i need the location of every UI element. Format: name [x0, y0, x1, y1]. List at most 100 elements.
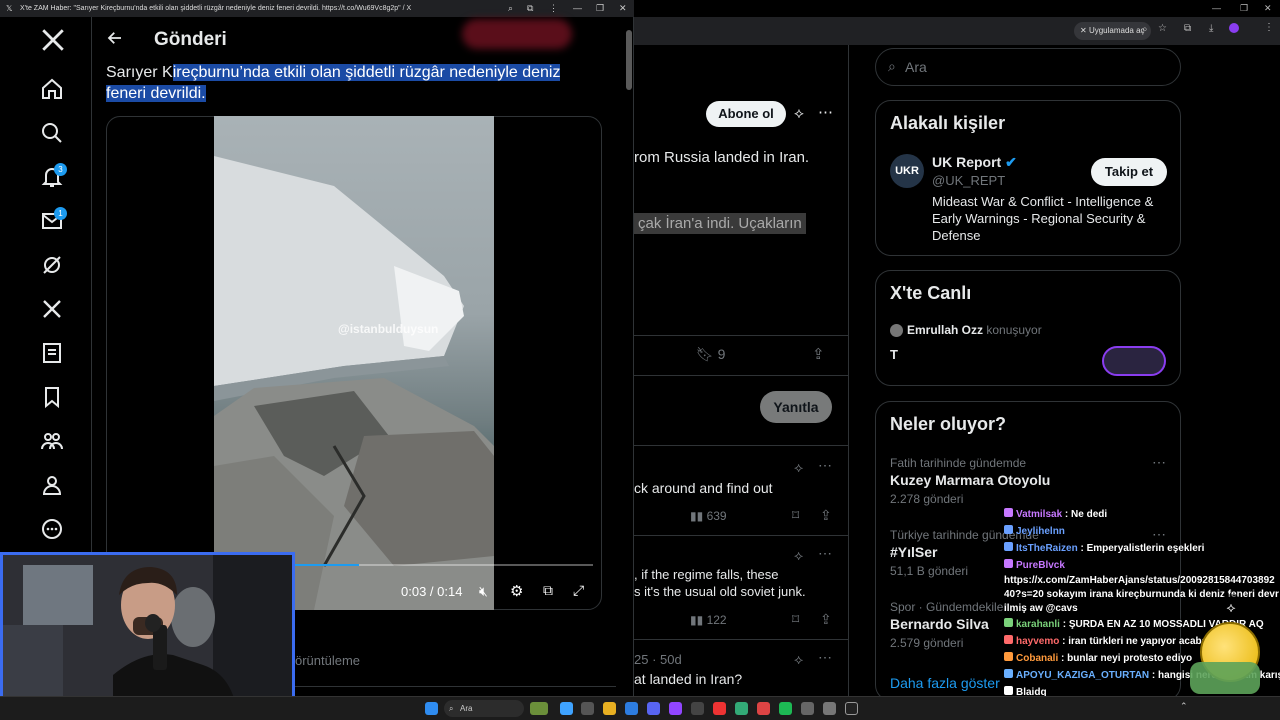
emoji-turtle-icon: [1190, 662, 1260, 694]
extensions-icon[interactable]: ⧉: [1184, 23, 1191, 34]
settings-gear-icon[interactable]: ⚙: [510, 582, 523, 600]
chrome-icon[interactable]: [735, 702, 748, 715]
app-icon[interactable]: [757, 702, 770, 715]
picture-in-picture-icon[interactable]: ⧉: [543, 582, 553, 599]
maximize-icon[interactable]: ❐: [596, 0, 604, 17]
home-icon[interactable]: [40, 77, 66, 103]
taskbar-search[interactable]: ⌕ Ara: [444, 700, 524, 717]
zoom-icon[interactable]: ⌕: [508, 0, 513, 17]
fullscreen-icon[interactable]: ⤢: [573, 582, 584, 599]
chat-text: iran türkleri ne yapıyor acaba: [1068, 636, 1208, 647]
grok-icon[interactable]: ⟡: [794, 547, 803, 564]
more-icon[interactable]: ⋯: [818, 457, 832, 474]
video-player[interactable]: @istanbulduysun: [214, 116, 494, 610]
divider: [634, 335, 849, 336]
tweet1-text: rom Russia landed in Iran.: [634, 149, 810, 166]
scrollbar[interactable]: [626, 30, 632, 90]
twitch-icon[interactable]: [669, 702, 682, 715]
person-name[interactable]: UK Report ✔: [932, 154, 1017, 171]
x-logo-icon[interactable]: [40, 27, 66, 53]
bg-maximize-icon[interactable]: ❐: [1240, 3, 1248, 14]
zoom-icon[interactable]: ⌕: [1142, 24, 1148, 35]
browser-menu-icon[interactable]: ⋮: [1264, 22, 1274, 33]
live-host-line[interactable]: Emrullah Ozz konuşuyor: [907, 323, 1042, 337]
bg-close-icon[interactable]: ✕: [1264, 3, 1272, 14]
close-icon[interactable]: ✕: [619, 0, 627, 17]
search-icon[interactable]: [40, 121, 66, 147]
chat-username[interactable]: karahanli: [1016, 619, 1060, 630]
tweet4-text: at landed in Iran?: [634, 671, 743, 687]
bookmark-star-icon[interactable]: ☆: [1158, 23, 1167, 34]
bookmark-icon[interactable]: ⌑: [792, 611, 799, 628]
views-count[interactable]: ▮▮ 639: [690, 509, 727, 523]
share-icon[interactable]: ⇪: [820, 507, 832, 524]
share-icon[interactable]: ⇪: [820, 611, 832, 628]
premium-x-icon[interactable]: [40, 297, 66, 323]
app-icon[interactable]: [801, 702, 814, 715]
app-icon[interactable]: [713, 702, 726, 715]
chat-username[interactable]: hayvemo: [1016, 636, 1059, 647]
download-icon[interactable]: ⤓: [1209, 23, 1213, 34]
app-icon[interactable]: [691, 702, 704, 715]
subscribe-button[interactable]: Abone ol: [706, 101, 786, 127]
extensions-icon[interactable]: ⧉: [527, 0, 533, 17]
open-in-app-button[interactable]: ✕ Uygulamada aç: [1074, 22, 1151, 40]
chat-username[interactable]: Cobanali: [1016, 653, 1058, 664]
file-explorer-icon[interactable]: [603, 702, 616, 715]
x-app-icon[interactable]: [845, 702, 858, 715]
spotify-icon[interactable]: [779, 702, 792, 715]
windows-start-icon[interactable]: [425, 702, 438, 715]
chat-username[interactable]: PureBlvck: [1016, 560, 1065, 571]
video-watermark: @istanbulduysun: [338, 322, 439, 336]
bookmark-count[interactable]: 🔖︎ 9: [696, 346, 725, 363]
profile-avatar[interactable]: [1229, 23, 1239, 33]
avatar[interactable]: UKR: [890, 154, 924, 188]
more-icon[interactable]: ⋯: [818, 649, 832, 666]
views-count[interactable]: ▮▮ 122: [690, 613, 727, 627]
chat-badge-icon: [1004, 686, 1013, 695]
system-tray-chevron-icon[interactable]: ⌃: [1180, 701, 1188, 712]
chat-separator: :: [1077, 543, 1087, 554]
grok-icon[interactable]: ⟡: [794, 651, 803, 668]
bg-minimize-icon[interactable]: —: [1212, 3, 1221, 13]
chat-username[interactable]: Vatmilsak: [1016, 509, 1062, 520]
views-label: örüntüleme: [295, 653, 361, 668]
edge-icon[interactable]: [625, 702, 638, 715]
widget-icon[interactable]: [530, 702, 548, 715]
chat-username[interactable]: APOYU_KAZIGA_OTURTAN: [1016, 670, 1149, 681]
close-small-icon: ✕: [1080, 26, 1089, 35]
more-icon[interactable]: ⋯: [1152, 454, 1166, 471]
search-box[interactable]: ⌕ Ara: [875, 48, 1181, 86]
bookmarks-icon[interactable]: [40, 385, 66, 411]
reply-button[interactable]: Yanıtla: [760, 391, 832, 423]
grok-icon[interactable]: ⟡: [794, 459, 803, 476]
messages-badge: 1: [54, 207, 67, 220]
follow-button[interactable]: Takip et: [1091, 158, 1167, 186]
profile-icon[interactable]: [40, 473, 66, 499]
back-arrow-icon[interactable]: [106, 29, 124, 47]
show-more-link[interactable]: Daha fazla göster: [890, 675, 1000, 691]
discord-icon[interactable]: [647, 702, 660, 715]
task-view-icon[interactable]: [581, 702, 594, 715]
chat-text: bunlar neyi protesto ediyo: [1067, 653, 1193, 664]
mute-icon[interactable]: 🔇︎: [479, 583, 488, 600]
obs-icon[interactable]: [823, 702, 836, 715]
minimize-icon[interactable]: —: [573, 0, 582, 17]
listener-avatars[interactable]: [1102, 346, 1166, 376]
chat-username[interactable]: ItsTheRaizen: [1016, 543, 1078, 554]
more-icon[interactable]: ⋯: [818, 103, 833, 121]
chat-separator: :: [1059, 619, 1069, 630]
app-icon[interactable]: [560, 702, 573, 715]
menu-icon[interactable]: ⋮: [549, 0, 558, 17]
more-options-icon[interactable]: [40, 517, 66, 543]
bookmark-icon[interactable]: ⌑: [792, 507, 799, 524]
x-favicon-icon: 𝕏: [6, 4, 13, 13]
grok-icon[interactable]: [40, 253, 66, 279]
communities-icon[interactable]: [40, 429, 66, 455]
share-icon[interactable]: ⇪: [812, 345, 825, 363]
live-text: T: [890, 347, 898, 362]
chat-username[interactable]: Jeylihelnn: [1016, 526, 1065, 537]
lists-icon[interactable]: [40, 341, 66, 367]
grok-icon[interactable]: ⟡: [794, 105, 804, 122]
more-icon[interactable]: ⋯: [818, 545, 832, 562]
